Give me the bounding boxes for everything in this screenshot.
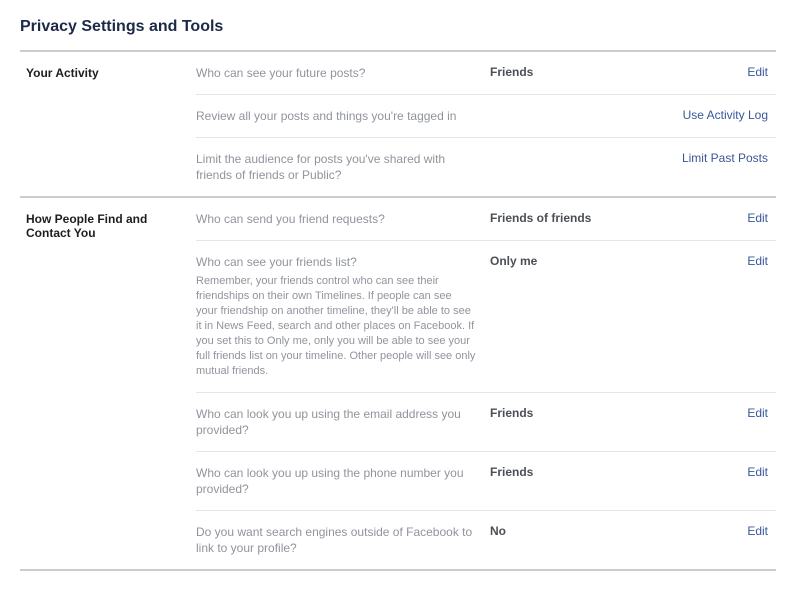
- edit-link[interactable]: Edit: [747, 465, 768, 479]
- edit-link[interactable]: Edit: [747, 406, 768, 420]
- setting-desc: Limit the audience for posts you've shar…: [196, 151, 486, 183]
- section-end-divider: [20, 569, 776, 571]
- setting-row-future-posts: Who can see your future posts? Friends E…: [196, 52, 776, 95]
- section-label: How People Find and Contact You: [20, 198, 196, 254]
- setting-value: Only me: [486, 254, 638, 268]
- setting-row-search-engines: Do you want search engines outside of Fa…: [196, 511, 776, 569]
- setting-value: Friends of friends: [486, 211, 638, 225]
- setting-desc: Who can see your future posts?: [196, 65, 486, 81]
- section-your-activity: Your Activity Who can see your future po…: [20, 50, 776, 196]
- setting-row-limit-audience: Limit the audience for posts you've shar…: [196, 138, 776, 196]
- setting-row-lookup-phone: Who can look you up using the phone numb…: [196, 452, 776, 511]
- edit-link[interactable]: Edit: [747, 211, 768, 225]
- privacy-settings-container: Privacy Settings and Tools Your Activity…: [0, 0, 796, 571]
- setting-value: Friends: [486, 406, 638, 420]
- edit-link[interactable]: Edit: [747, 524, 768, 538]
- limit-past-posts-link[interactable]: Limit Past Posts: [682, 151, 768, 165]
- edit-link[interactable]: Edit: [747, 65, 768, 79]
- section-body: Who can send you friend requests? Friend…: [196, 198, 776, 569]
- setting-desc: Who can send you friend requests?: [196, 211, 486, 227]
- setting-desc: Who can look you up using the email addr…: [196, 406, 486, 438]
- section-label: Your Activity: [20, 52, 196, 94]
- setting-row-friends-list: Who can see your friends list? Remember,…: [196, 241, 776, 393]
- section-find-contact: How People Find and Contact You Who can …: [20, 196, 776, 569]
- setting-desc: Review all your posts and things you're …: [196, 108, 486, 124]
- setting-desc: Who can look you up using the phone numb…: [196, 465, 486, 497]
- setting-row-review-posts: Review all your posts and things you're …: [196, 95, 776, 138]
- setting-value: Friends: [486, 465, 638, 479]
- setting-value: No: [486, 524, 638, 538]
- setting-row-friend-requests: Who can send you friend requests? Friend…: [196, 198, 776, 241]
- activity-log-link[interactable]: Use Activity Log: [683, 108, 768, 122]
- setting-desc-text: Who can see your friends list?: [196, 254, 476, 270]
- setting-desc: Do you want search engines outside of Fa…: [196, 524, 486, 556]
- edit-link[interactable]: Edit: [747, 254, 768, 268]
- page-title: Privacy Settings and Tools: [20, 18, 776, 36]
- setting-row-lookup-email: Who can look you up using the email addr…: [196, 393, 776, 452]
- section-body: Who can see your future posts? Friends E…: [196, 52, 776, 196]
- setting-help-text: Remember, your friends control who can s…: [196, 274, 476, 379]
- setting-value: Friends: [486, 65, 638, 79]
- setting-desc: Who can see your friends list? Remember,…: [196, 254, 486, 379]
